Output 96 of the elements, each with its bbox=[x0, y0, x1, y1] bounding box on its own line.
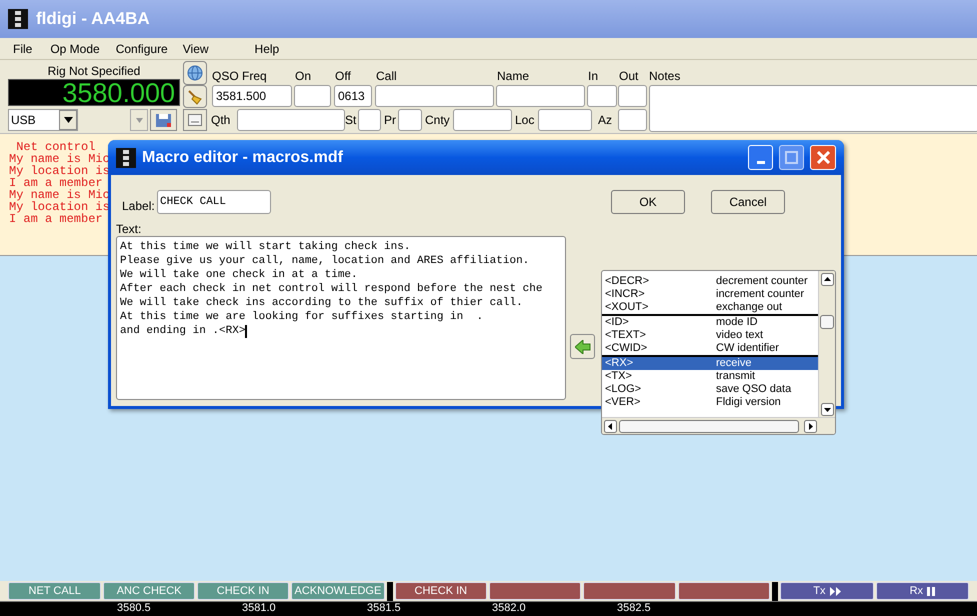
macro-list-item[interactable]: <XOUT> exchange out bbox=[602, 301, 819, 314]
scale-label: 3581.5 bbox=[367, 602, 401, 615]
left-arrow-icon bbox=[574, 340, 590, 354]
save-button[interactable] bbox=[150, 109, 177, 131]
vertical-scrollbar[interactable] bbox=[818, 271, 835, 418]
text-cursor bbox=[245, 324, 248, 338]
mode-dropdown[interactable]: USB bbox=[8, 109, 78, 131]
macro-list-item[interactable]: <TX> transmit bbox=[602, 370, 819, 383]
log-input-field[interactable] bbox=[375, 85, 494, 107]
receive-text-line: Net control bbox=[15, 141, 96, 153]
field-label: Pr bbox=[384, 113, 396, 127]
menu-item[interactable]: View bbox=[182, 40, 209, 58]
rig-label: Rig Not Specified bbox=[46, 63, 142, 80]
notes-field[interactable] bbox=[649, 85, 977, 132]
macro-text-field[interactable]: At this time we will start taking check ins. Please give us your call, name, location and ARES affiliation. We will take one check in at a time. After each check in net control will respond before the nest che We will take check ins according to the suffix of thier call. At this time we are looking for suffixes starting in . and ending in .<RX> bbox=[116, 236, 566, 400]
minimize-button[interactable] bbox=[748, 145, 773, 170]
broom-button[interactable] bbox=[183, 85, 207, 108]
receive-text-line: I am a member bbox=[9, 213, 103, 225]
broom-icon bbox=[187, 88, 203, 104]
field-label: Loc bbox=[515, 113, 534, 127]
dropdown-arrow-icon bbox=[64, 117, 72, 123]
ok-button[interactable]: OK bbox=[611, 190, 685, 214]
macro-list-item[interactable]: <INCR> increment counter bbox=[602, 288, 819, 301]
menu-item[interactable]: Configure bbox=[116, 40, 168, 58]
macro-list-item[interactable]: <ID> mode ID bbox=[602, 316, 819, 329]
field-label: Name bbox=[497, 69, 530, 83]
receive-text-line: My name is Mic bbox=[9, 153, 110, 165]
close-icon bbox=[816, 151, 830, 164]
macro-list-item[interactable]: <DECR> decrement counter bbox=[602, 275, 819, 288]
log-input-field[interactable] bbox=[358, 109, 381, 131]
macro-button[interactable]: Rx bbox=[876, 582, 970, 600]
field-label: Qth bbox=[211, 113, 230, 127]
window-title: fldigi - AA4BA bbox=[36, 8, 150, 30]
field-label: St bbox=[345, 113, 356, 127]
log-input-field[interactable]: 3581.500 bbox=[212, 85, 292, 107]
scroll-thumb[interactable] bbox=[820, 315, 834, 329]
field-label: Call bbox=[376, 69, 397, 83]
field-label: Cnty bbox=[425, 113, 450, 127]
app-icon bbox=[8, 9, 28, 29]
clear-button[interactable] bbox=[183, 109, 207, 131]
field-label: On bbox=[295, 69, 312, 83]
scale-label: 3580.5 bbox=[117, 602, 151, 615]
scale-label: 3582.0 bbox=[492, 602, 526, 615]
macro-button[interactable] bbox=[583, 582, 676, 600]
globe-icon bbox=[187, 65, 203, 81]
log-input-field[interactable] bbox=[237, 109, 345, 131]
scroll-thumb[interactable] bbox=[619, 420, 799, 433]
horizontal-scrollbar[interactable] bbox=[602, 417, 835, 434]
log-input-field[interactable] bbox=[538, 109, 592, 131]
maximize-button[interactable] bbox=[779, 145, 804, 170]
field-label: Az bbox=[598, 113, 612, 127]
menu-item[interactable]: Op Mode bbox=[50, 40, 100, 58]
field-label: Notes bbox=[649, 69, 680, 83]
log-input-field[interactable] bbox=[587, 85, 617, 107]
log-input-field[interactable] bbox=[294, 85, 331, 107]
floppy-icon bbox=[156, 114, 171, 126]
macro-button[interactable]: Tx bbox=[780, 582, 874, 600]
pause-icon bbox=[927, 586, 936, 596]
receive-text-line: I am a member bbox=[9, 177, 103, 189]
macro-button[interactable] bbox=[678, 582, 770, 600]
field-label: Off bbox=[335, 69, 351, 83]
cancel-button[interactable]: Cancel bbox=[711, 190, 785, 214]
log-input-field[interactable] bbox=[496, 85, 585, 107]
app-icon bbox=[116, 148, 136, 168]
dropdown-arrow-icon bbox=[136, 118, 142, 122]
macro-list-item[interactable]: <RX> receive bbox=[602, 357, 819, 370]
dialog-title: Macro editor - macros.mdf bbox=[142, 148, 344, 168]
macro-list-item[interactable]: <VER> Fldigi version bbox=[602, 396, 819, 409]
macro-list-item[interactable]: <LOG> save QSO data bbox=[602, 383, 819, 396]
label-input-field[interactable]: CHECK CALL bbox=[157, 190, 271, 214]
macro-list-item[interactable]: <CWID> CW identifier bbox=[602, 342, 819, 355]
scale-label: 3581.0 bbox=[242, 602, 276, 615]
small-dropdown-button[interactable] bbox=[130, 109, 148, 131]
log-input-field[interactable] bbox=[618, 85, 647, 107]
menu-item[interactable]: File bbox=[13, 40, 32, 58]
scale-label: 3582.5 bbox=[617, 602, 651, 615]
document-icon bbox=[188, 114, 202, 126]
fast-forward-icon bbox=[830, 586, 841, 596]
text-caption: Text: bbox=[116, 222, 142, 236]
log-input-field[interactable] bbox=[398, 109, 422, 131]
globe-button[interactable] bbox=[183, 61, 207, 85]
insert-button[interactable] bbox=[570, 334, 595, 359]
frequency-display: 3580.000 bbox=[8, 79, 180, 106]
close-button[interactable] bbox=[810, 145, 836, 170]
label-caption: Label: bbox=[122, 198, 155, 215]
macro-button[interactable]: CHECK IN bbox=[394, 582, 488, 600]
field-label: Out bbox=[619, 69, 638, 83]
log-input-field[interactable] bbox=[453, 109, 512, 131]
macro-button[interactable] bbox=[489, 582, 582, 600]
log-input-field[interactable]: 0613 bbox=[334, 85, 372, 107]
receive-text-line: My name is Mic bbox=[9, 189, 110, 201]
field-label: QSO Freq bbox=[212, 69, 267, 83]
log-input-field[interactable] bbox=[618, 109, 647, 131]
menu-item[interactable]: Help bbox=[254, 40, 280, 58]
field-label: In bbox=[588, 69, 598, 83]
macro-list-item[interactable]: <TEXT> video text bbox=[602, 329, 819, 342]
